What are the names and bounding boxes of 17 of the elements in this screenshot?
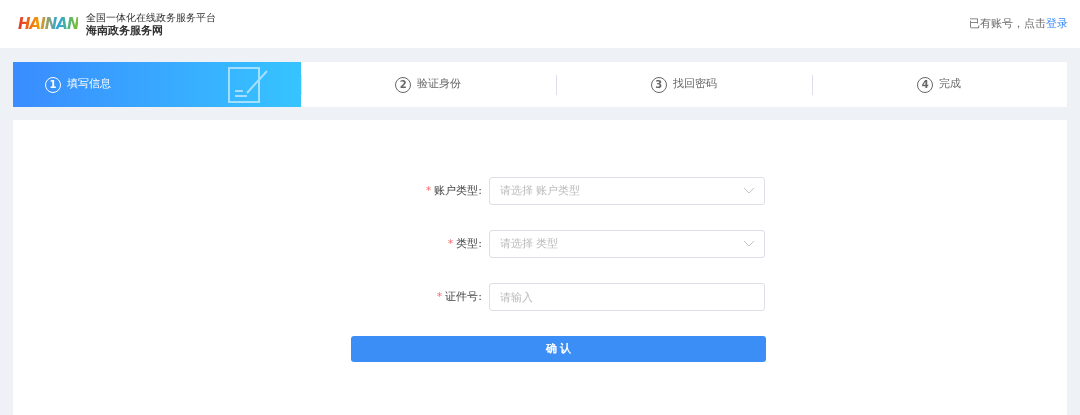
field-label: 账户类型:: [434, 183, 482, 197]
confirm-button[interactable]: 确 认: [351, 336, 766, 362]
site-title: 海南政务服务网: [86, 23, 165, 38]
login-prompt: 已有账号，点击: [969, 15, 1046, 32]
required-mark: *: [425, 183, 432, 197]
field-label: 证件号:: [445, 289, 482, 303]
select-field[interactable]: 请选择 账户类型: [489, 177, 765, 205]
required-mark: *: [436, 289, 443, 303]
chevron-down-icon: [744, 241, 754, 247]
field-label: 类型:: [456, 236, 482, 250]
form-edit-icon: [226, 64, 271, 105]
login-link[interactable]: 登录: [1046, 15, 1068, 33]
platform-subtitle: 全国一体化在线政务服务平台: [86, 10, 217, 24]
input-field[interactable]: 请输入: [489, 283, 765, 311]
chevron-down-icon: [744, 188, 754, 194]
select-field[interactable]: 请选择 类型: [489, 230, 765, 258]
required-mark: *: [447, 236, 454, 250]
